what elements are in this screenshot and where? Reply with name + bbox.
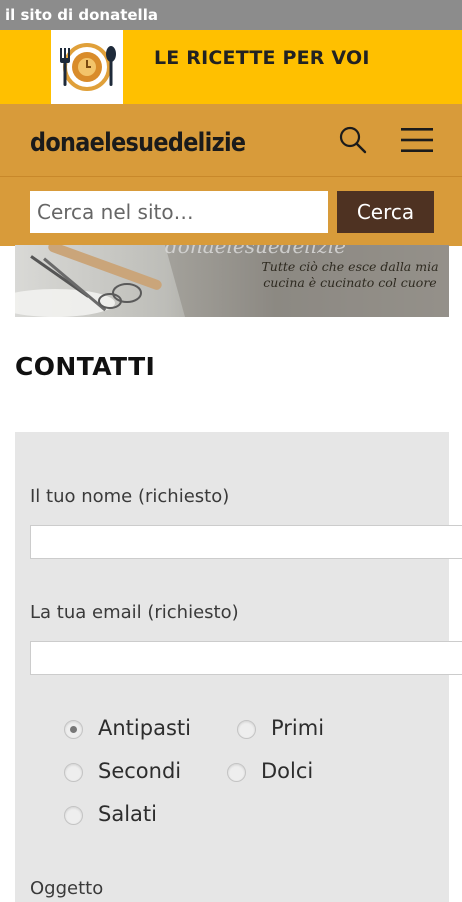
radio-label: Antipasti: [98, 716, 191, 740]
hamburger-menu-icon[interactable]: [398, 124, 436, 156]
plate-fork-spoon-icon[interactable]: [51, 30, 123, 104]
radio-button[interactable]: [64, 720, 83, 739]
radio-label: Secondi: [98, 759, 182, 783]
radio-label: Salati: [98, 802, 157, 826]
radio-button[interactable]: [64, 806, 83, 825]
window-title: il sito di donatella: [0, 0, 462, 30]
site-brand[interactable]: donaelesuedelizie: [30, 128, 246, 158]
search-button[interactable]: Cerca: [337, 191, 434, 233]
radio-button[interactable]: [64, 763, 83, 782]
site-header: donaelesuedelizie: [0, 104, 462, 176]
name-label: Il tuo nome (richiesto): [30, 486, 230, 507]
email-field[interactable]: [30, 641, 462, 675]
hero-subtitle: Tutte ciò che esce dalla mia cucina è cu…: [261, 259, 439, 290]
radio-label: Dolci: [261, 759, 314, 783]
hero-title: donaelesuedelizie: [165, 245, 346, 258]
contact-form: Il tuo nome (richiesto) La tua email (ri…: [15, 432, 462, 902]
banner-slogan: LE RICETTE PER VOI: [154, 47, 370, 69]
radio-label: Primi: [271, 716, 325, 740]
search-icon[interactable]: [337, 124, 369, 156]
radio-button[interactable]: [227, 763, 246, 782]
email-label: La tua email (richiesto): [30, 602, 239, 623]
search-bar: Cerca: [0, 176, 462, 246]
hero-image: donaelesuedelizie Tutte ciò che esce dal…: [15, 245, 449, 317]
search-input[interactable]: [30, 191, 328, 233]
top-banner: LE RICETTE PER VOI: [0, 30, 462, 104]
subject-label: Oggetto: [30, 878, 104, 899]
radio-button[interactable]: [237, 720, 256, 739]
name-field[interactable]: [30, 525, 462, 559]
page-title: CONTATTI: [15, 352, 156, 381]
